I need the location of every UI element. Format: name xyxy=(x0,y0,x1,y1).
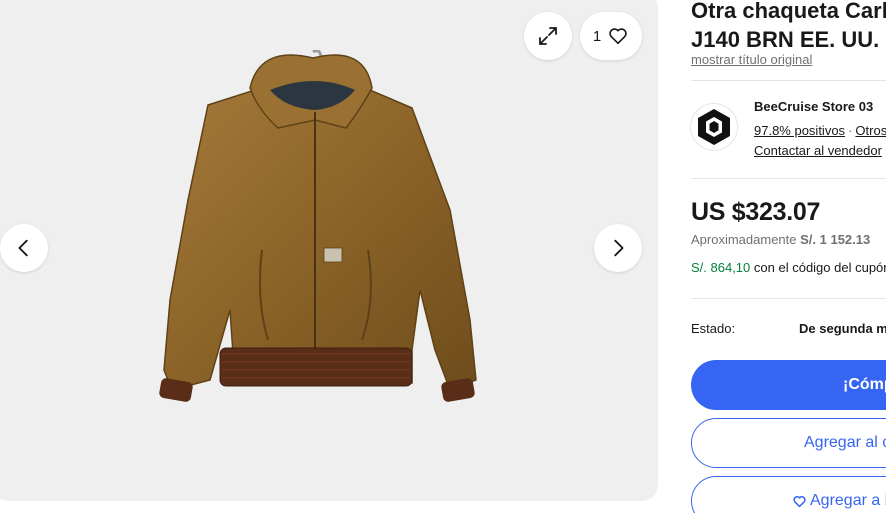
previous-image-button[interactable] xyxy=(0,224,48,272)
product-image-jacket[interactable] xyxy=(150,50,480,435)
seller-positive-link[interactable]: 97.8% positivos xyxy=(754,123,845,138)
chevron-left-icon xyxy=(18,239,28,257)
separator-dot: · xyxy=(848,123,853,138)
add-to-cart-label: Agregar al carro xyxy=(804,434,886,451)
approx-price: Aproximadamente S/. 1 152.13 xyxy=(691,232,870,247)
listing-page: 1 Otra chaqueta Carhartt J140 BRN EE. UU… xyxy=(0,0,886,513)
condition-value: De segunda mano xyxy=(799,321,886,336)
seller-feedback: 97.8% positivos · Otros xyxy=(754,123,886,138)
contact-seller-link[interactable]: Contactar al vendedor xyxy=(754,143,882,158)
add-to-watchlist-button[interactable]: Agregar a la lista xyxy=(691,476,886,513)
divider xyxy=(691,80,886,81)
divider xyxy=(691,298,886,299)
coupon-price: S/. 864,10 xyxy=(691,260,751,275)
listing-title: Otra chaqueta Carhartt J140 BRN EE. UU. … xyxy=(691,0,886,54)
chevron-right-icon xyxy=(614,239,624,257)
seller-other-items-link[interactable]: Otros xyxy=(855,123,886,138)
add-to-watchlist-label: Agregar a la lista xyxy=(810,492,886,509)
seller-logo-icon xyxy=(698,109,730,145)
approx-value: S/. 1 152.13 xyxy=(800,232,871,247)
condition-label: Estado: xyxy=(691,321,736,336)
listing-title-line1: Otra chaqueta Carhartt xyxy=(691,0,886,23)
watch-count-button[interactable]: 1 xyxy=(580,12,642,60)
divider xyxy=(691,178,886,179)
item-price: US $323.07 xyxy=(691,198,821,226)
buy-now-button[interactable]: ¡Cómpralo ahora! xyxy=(691,360,886,410)
expand-icon xyxy=(539,27,557,45)
watch-count: 1 xyxy=(592,27,602,45)
expand-button[interactable] xyxy=(524,12,572,60)
buy-now-label: ¡Cómpralo ahora! xyxy=(843,376,886,393)
listing-title-line2: J140 BRN EE. UU. a xyxy=(691,27,886,52)
coupon-text: con el código del cupón xyxy=(753,260,886,275)
next-image-button[interactable] xyxy=(594,224,642,272)
add-to-cart-button[interactable]: Agregar al carro xyxy=(691,418,886,468)
heart-icon xyxy=(609,28,627,45)
seller-name[interactable]: BeeCruise Store 03 xyxy=(754,99,873,114)
image-gallery: 1 xyxy=(0,0,658,501)
approx-label: Aproximadamente xyxy=(691,232,797,247)
heart-icon xyxy=(793,495,806,507)
seller-logo[interactable] xyxy=(691,104,737,150)
coupon-price-line: S/. 864,10 con el código del cupón xyxy=(691,260,886,275)
show-original-title-link[interactable]: mostrar título original xyxy=(691,52,812,67)
